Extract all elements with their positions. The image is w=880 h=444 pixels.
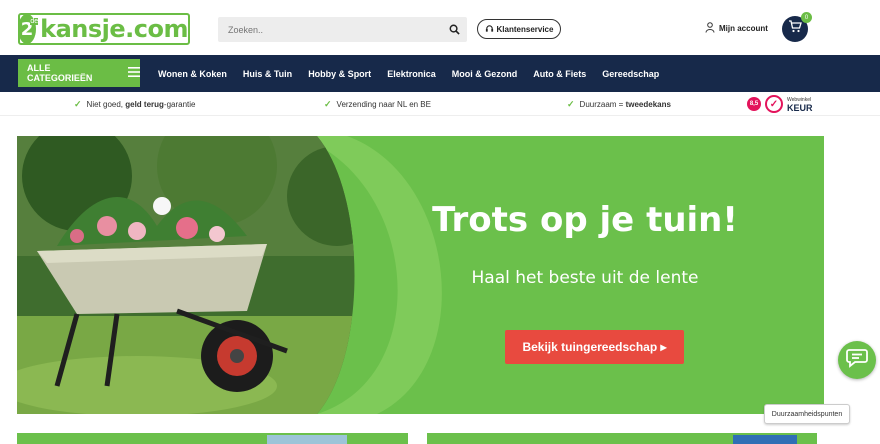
account-link[interactable]: Mijn account <box>705 22 768 35</box>
check-icon: ✓ <box>74 99 82 109</box>
account-label: Mijn account <box>719 24 768 33</box>
nav-items: Wonen & Koken Huis & Tuin Hobby & Sport … <box>158 55 675 92</box>
customer-service-button[interactable]: Klantenservice <box>477 19 561 39</box>
cart-icon <box>788 20 802 38</box>
logo-badge: 2 de <box>18 14 39 44</box>
usp-sustainable-text: Duurzaam = tweedekans <box>579 100 671 109</box>
customer-service-label: Klantenservice <box>496 24 554 34</box>
search-input[interactable] <box>218 24 441 35</box>
all-categories-button[interactable]: ALLE CATEGORIEËN <box>18 59 140 87</box>
logo-text: kansje.com <box>40 15 188 43</box>
chat-icon <box>846 348 868 373</box>
user-icon <box>705 22 715 35</box>
search-icon[interactable] <box>441 17 467 42</box>
promo-tile-right-image <box>427 435 817 444</box>
usp-sustainable: ✓ Duurzaam = tweedekans <box>567 99 671 110</box>
main-navigation: ALLE CATEGORIEËN Wonen & Koken Huis & Tu… <box>0 55 880 92</box>
nav-item-gereedschap[interactable]: Gereedschap <box>602 69 659 79</box>
nav-item-auto-fiets[interactable]: Auto & Fiets <box>533 69 586 79</box>
hero-subtitle: Haal het beste uit de lente <box>471 268 699 288</box>
nav-item-hobby-sport[interactable]: Hobby & Sport <box>308 69 371 79</box>
promo-tile-right[interactable] <box>427 433 817 444</box>
webwinkel-keur[interactable]: 8,5 ✓ Webwinkel KEUR <box>747 95 813 113</box>
usp-money-back: ✓ Niet goed, geld terug-garantie <box>74 99 196 110</box>
site-header: 2 de kansje.com Klantenservice Mijn acco… <box>0 0 880 55</box>
headset-icon <box>485 24 494 35</box>
site-logo[interactable]: 2 de kansje.com <box>18 13 190 45</box>
cart-count-badge: 0 <box>801 12 812 23</box>
chat-button[interactable] <box>838 341 876 379</box>
keur-check-icon: ✓ <box>765 95 783 113</box>
promo-tile-left[interactable] <box>17 433 408 444</box>
check-icon: ✓ <box>324 99 332 109</box>
nav-item-elektronica[interactable]: Elektronica <box>387 69 436 79</box>
shop-garden-tools-button[interactable]: Bekijk tuingereedschap ▸ <box>505 330 684 364</box>
cart-button[interactable]: 0 <box>782 12 812 42</box>
usp-money-back-text: Niet goed, geld terug-garantie <box>86 100 196 109</box>
promo-tile-left-image <box>17 435 408 444</box>
search-bar <box>218 17 467 42</box>
nav-item-huis-tuin[interactable]: Huis & Tuin <box>243 69 292 79</box>
all-categories-label: ALLE CATEGORIEËN <box>27 63 93 83</box>
check-icon: ✓ <box>567 99 575 109</box>
sustainability-points-tooltip[interactable]: Duurzaamheidspunten <box>764 404 850 424</box>
usp-shipping: ✓ Verzending naar NL en BE <box>324 99 431 110</box>
keur-label: Webwinkel KEUR <box>787 97 813 113</box>
menu-icon <box>128 67 140 79</box>
hero-title: Trots op je tuin! <box>432 200 738 240</box>
nav-item-wonen-koken[interactable]: Wonen & Koken <box>158 69 227 79</box>
keur-score-badge: 8,5 <box>747 97 761 111</box>
usp-shipping-text: Verzending naar NL en BE <box>336 100 431 109</box>
logo-superscript: de <box>30 18 39 25</box>
nav-item-mooi-gezond[interactable]: Mooi & Gezond <box>452 69 518 79</box>
